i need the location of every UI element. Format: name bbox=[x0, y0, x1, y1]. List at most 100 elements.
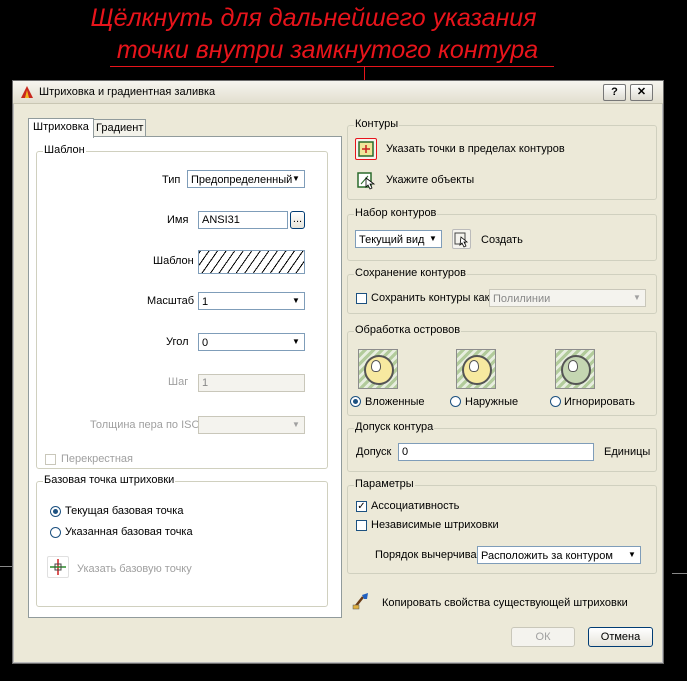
island-ignore-image[interactable] bbox=[555, 349, 595, 389]
specify-origin-button[interactable] bbox=[47, 556, 69, 578]
tolerance-group: Допуск контура Допуск 0 Единицы bbox=[347, 421, 657, 472]
islands-group-label: Обработка островов bbox=[354, 324, 462, 336]
pick-points-icon bbox=[358, 141, 374, 157]
draw-order-value: Расположить за контуром bbox=[481, 550, 613, 562]
chevron-down-icon: ▼ bbox=[628, 550, 636, 559]
tolerance-label: Допуск bbox=[356, 446, 392, 458]
chevron-down-icon: ▼ bbox=[633, 293, 641, 302]
draw-order-select[interactable]: Расположить за контуром ▼ bbox=[477, 546, 641, 564]
island-nested-label: Вложенные bbox=[365, 396, 425, 408]
hatch-dialog: Штриховка и градиентная заливка ? ✕ Штри… bbox=[12, 80, 664, 664]
template-group-label: Шаблон bbox=[43, 144, 86, 156]
background-line bbox=[672, 573, 687, 574]
select-objects-button[interactable] bbox=[355, 169, 377, 191]
island-nested-image[interactable] bbox=[358, 349, 398, 389]
base-point-group-label: Базовая точка штриховки bbox=[43, 474, 176, 486]
angle-value: 0 bbox=[202, 337, 209, 349]
island-hole bbox=[371, 360, 381, 372]
title-bar[interactable]: Штриховка и градиентная заливка ? ✕ bbox=[13, 81, 663, 104]
window-title: Штриховка и градиентная заливка bbox=[39, 86, 216, 98]
hatch-tab-panel: Шаблон Тип Предопределенный ▼ Имя ANSI31… bbox=[28, 136, 342, 618]
islands-group: Обработка островов Вложенные Наружные Иг… bbox=[347, 324, 657, 416]
current-origin-radio[interactable] bbox=[50, 506, 61, 517]
island-outer-radio[interactable] bbox=[450, 396, 461, 407]
angle-label: Угол bbox=[166, 336, 189, 348]
pick-points-button[interactable] bbox=[355, 138, 377, 160]
specified-origin-label: Указанная базовая точка bbox=[65, 526, 193, 538]
boundary-set-value: Текущий вид bbox=[359, 234, 425, 246]
island-ignore-radio[interactable] bbox=[550, 396, 561, 407]
scale-value: 1 bbox=[202, 296, 209, 308]
parameters-group-label: Параметры bbox=[354, 478, 415, 490]
contours-group-label: Контуры bbox=[354, 118, 400, 130]
island-nested-radio[interactable] bbox=[350, 396, 361, 407]
pattern-preview[interactable] bbox=[198, 250, 305, 274]
boundary-set-group: Набор контуров Текущий вид ▼ Создать bbox=[347, 207, 657, 261]
specified-origin-radio[interactable] bbox=[50, 527, 61, 538]
type-label: Тип bbox=[162, 174, 181, 186]
angle-select[interactable]: 0 ▼ bbox=[198, 333, 305, 351]
contours-group: Контуры Указать точки в пределах контуро… bbox=[347, 118, 657, 200]
island-outer-image[interactable] bbox=[456, 349, 496, 389]
current-origin-label: Текущая базовая точка bbox=[65, 505, 184, 517]
template-group: Шаблон Тип Предопределенный ▼ Имя ANSI31… bbox=[36, 144, 328, 469]
tolerance-field[interactable]: 0 bbox=[398, 443, 594, 461]
crosshair-icon bbox=[50, 559, 66, 575]
browse-button[interactable]: ... bbox=[290, 211, 305, 229]
pattern-label: Шаблон bbox=[153, 255, 194, 267]
associative-checkbox[interactable]: ✓ bbox=[356, 501, 367, 512]
background-line bbox=[0, 566, 12, 567]
island-hole bbox=[469, 360, 479, 372]
create-boundary-icon bbox=[454, 232, 469, 248]
associative-label: Ассоциативность bbox=[371, 500, 460, 512]
separate-hatches-checkbox[interactable] bbox=[356, 520, 367, 531]
chevron-down-icon: ▼ bbox=[292, 174, 300, 183]
annotation-line-1: Щёлкнуть для дальнейшего указания bbox=[90, 4, 537, 32]
inherit-properties-label: Копировать свойства существующей штрихов… bbox=[382, 597, 628, 609]
chevron-down-icon: ▼ bbox=[292, 337, 300, 346]
boundary-set-group-label: Набор контуров bbox=[354, 207, 438, 219]
tolerance-group-label: Допуск контура bbox=[354, 421, 435, 433]
close-button[interactable]: ✕ bbox=[630, 84, 653, 101]
cross-label: Перекрестная bbox=[61, 453, 133, 465]
scale-label: Масштаб bbox=[147, 295, 195, 307]
retain-boundaries-group: Сохранение контуров Сохранить контуры ка… bbox=[347, 267, 657, 314]
inherit-properties-button[interactable] bbox=[350, 590, 372, 612]
retain-boundaries-group-label: Сохранение контуров bbox=[354, 267, 468, 279]
ok-button[interactable]: ОК bbox=[511, 627, 575, 647]
retain-boundaries-checkbox[interactable] bbox=[356, 293, 367, 304]
iso-pen-label: Толщина пера по ISO bbox=[90, 419, 201, 431]
pick-points-label: Указать точки в пределах контуров bbox=[386, 143, 565, 155]
scale-select[interactable]: 1 ▼ bbox=[198, 292, 305, 310]
chevron-down-icon: ▼ bbox=[429, 234, 437, 243]
chevron-down-icon: ▼ bbox=[292, 420, 300, 429]
name-label: Имя bbox=[167, 214, 189, 226]
help-button[interactable]: ? bbox=[603, 84, 626, 101]
annotation-underline bbox=[110, 66, 554, 67]
step-field[interactable]: 1 bbox=[198, 374, 305, 392]
tab-hatch[interactable]: Штриховка bbox=[28, 118, 94, 138]
create-boundary-button[interactable] bbox=[452, 229, 471, 249]
retain-boundaries-label: Сохранить контуры как bbox=[371, 292, 490, 304]
autocad-logo-icon bbox=[21, 86, 33, 98]
island-outer-label: Наружные bbox=[465, 396, 519, 408]
step-label: Шаг bbox=[168, 376, 189, 388]
retain-type-select[interactable]: Полилинии ▼ bbox=[489, 289, 646, 307]
cross-checkbox[interactable] bbox=[45, 454, 56, 465]
island-ignore-label: Игнорировать bbox=[564, 396, 635, 408]
cancel-button[interactable]: Отмена bbox=[588, 627, 653, 647]
inherit-brush-icon bbox=[352, 593, 368, 610]
tab-gradient[interactable]: Градиент bbox=[91, 119, 146, 137]
select-objects-label: Укажите объекты bbox=[386, 174, 475, 186]
name-field[interactable]: ANSI31 bbox=[198, 211, 288, 229]
annotation-line-2: точки внутри замкнутого контура bbox=[116, 36, 539, 64]
iso-pen-select[interactable]: ▼ bbox=[198, 416, 305, 434]
parameters-group: Параметры ✓ Ассоциативность Независимые … bbox=[347, 478, 657, 574]
select-objects-icon bbox=[357, 172, 376, 190]
base-point-group: Базовая точка штриховки Текущая базовая … bbox=[36, 474, 328, 607]
type-select[interactable]: Предопределенный ▼ bbox=[187, 170, 305, 188]
type-value: Предопределенный bbox=[191, 174, 293, 186]
chevron-down-icon: ▼ bbox=[292, 296, 300, 305]
boundary-set-select[interactable]: Текущий вид ▼ bbox=[355, 230, 442, 248]
create-label: Создать bbox=[481, 234, 523, 246]
